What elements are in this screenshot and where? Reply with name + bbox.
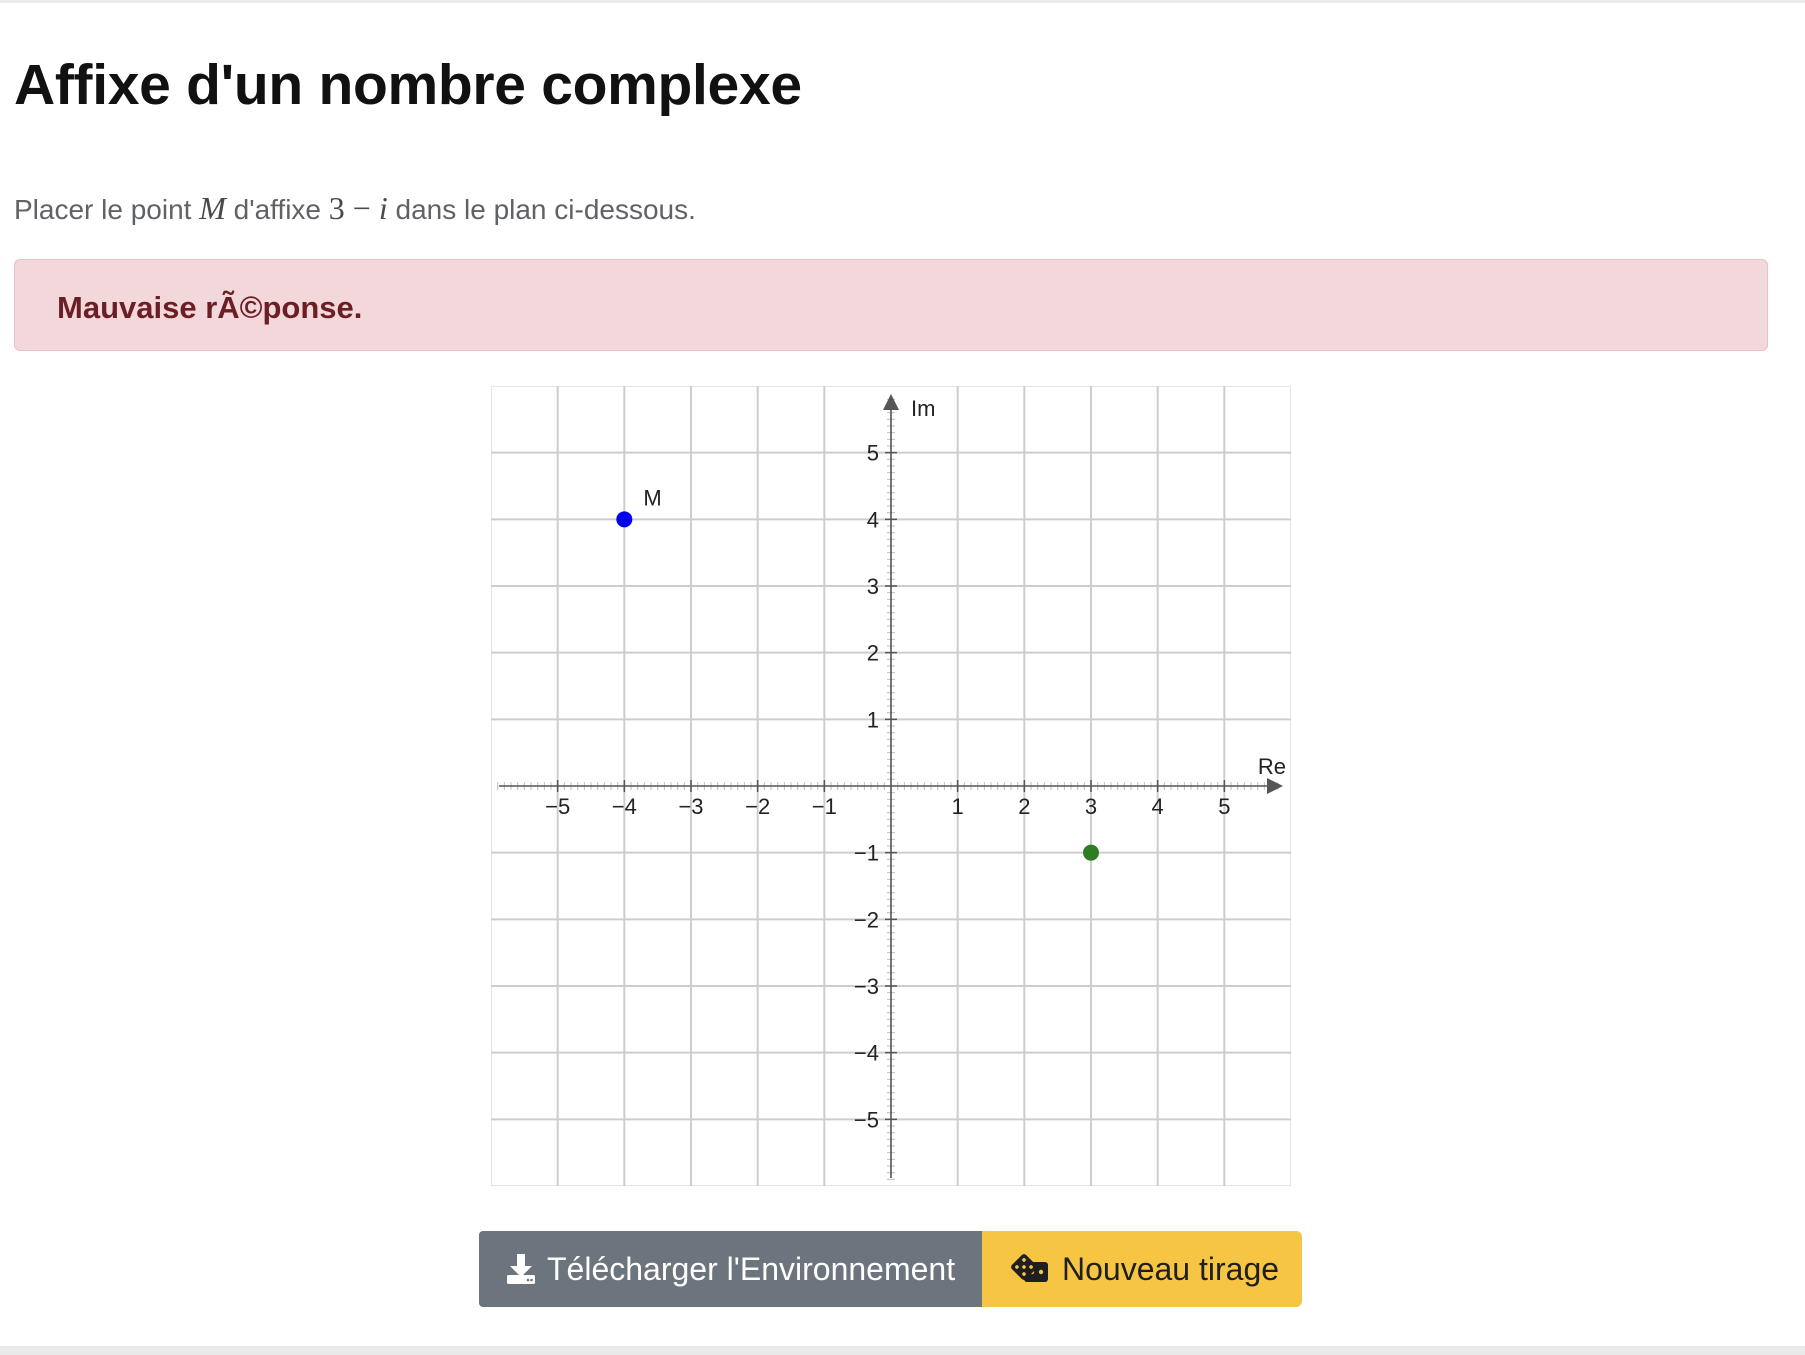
y-tick-label: 4	[867, 507, 879, 532]
action-buttons: Télécharger l'Environnement Nouveau tira…	[479, 1231, 1302, 1307]
new-draw-button-label: Nouveau tirage	[1062, 1250, 1280, 1287]
instruction-suffix: dans le plan ci-dessous.	[387, 194, 696, 225]
y-tick-label: −5	[854, 1107, 879, 1132]
x-tick-label: −1	[812, 794, 837, 819]
affix-operator: −	[344, 190, 379, 226]
x-tick-label: −4	[612, 794, 637, 819]
dice-icon	[1010, 1253, 1052, 1285]
download-button-label: Télécharger l'Environnement	[547, 1250, 956, 1287]
complex-plane-svg[interactable]: −5 −4 −3 −2 −1 1 2 3 4 5 5 4 3 2 1 −1 −2 −3 −4 −5 Re Im M	[491, 386, 1291, 1186]
point-variable: M	[199, 190, 226, 226]
y-tick-label: −4	[854, 1041, 879, 1066]
y-tick-label: 3	[867, 574, 879, 599]
new-draw-button[interactable]: Nouveau tirage	[982, 1231, 1302, 1307]
x-tick-label: −5	[545, 794, 570, 819]
x-tick-label: 1	[952, 794, 964, 819]
point-m	[616, 511, 633, 528]
y-tick-label: −1	[854, 841, 879, 866]
error-alert: Mauvaise rÃ©ponse.	[14, 259, 1768, 351]
x-tick-label: −3	[678, 794, 703, 819]
bottom-border	[0, 1346, 1805, 1355]
instruction-middle: d'affixe	[225, 194, 329, 225]
x-tick-label: 2	[1018, 794, 1030, 819]
im-axis-label: Im	[911, 396, 935, 421]
top-border	[0, 0, 1805, 3]
y-tick-label: −2	[854, 907, 879, 932]
y-tick-label: −3	[854, 974, 879, 999]
download-icon	[505, 1253, 537, 1285]
x-tick-label: 4	[1152, 794, 1164, 819]
x-tick-label: −2	[745, 794, 770, 819]
page-title: Affixe d'un nombre complexe	[14, 53, 802, 117]
instruction-prefix: Placer le point	[14, 194, 200, 225]
x-tick-label: 3	[1085, 794, 1097, 819]
alert-message: Mauvaise rÃ©ponse.	[57, 290, 363, 325]
y-tick-label: 1	[867, 707, 879, 732]
complex-plane[interactable]: −5 −4 −3 −2 −1 1 2 3 4 5 5 4 3 2 1 −1 −2 −3 −4 −5 Re Im M	[491, 386, 1291, 1186]
point-label: M	[643, 485, 661, 510]
re-axis-label: Re	[1258, 754, 1286, 779]
affix-imaginary: i	[378, 190, 388, 226]
point-answer	[1083, 844, 1099, 861]
y-tick-label: 5	[867, 441, 879, 466]
affix-real: 3	[328, 190, 345, 226]
download-environment-button[interactable]: Télécharger l'Environnement	[479, 1231, 982, 1307]
instruction-text: Placer le point M d'affixe 3 − i dans le…	[14, 190, 696, 227]
y-tick-label: 2	[867, 641, 879, 666]
x-tick-label: 5	[1218, 794, 1230, 819]
